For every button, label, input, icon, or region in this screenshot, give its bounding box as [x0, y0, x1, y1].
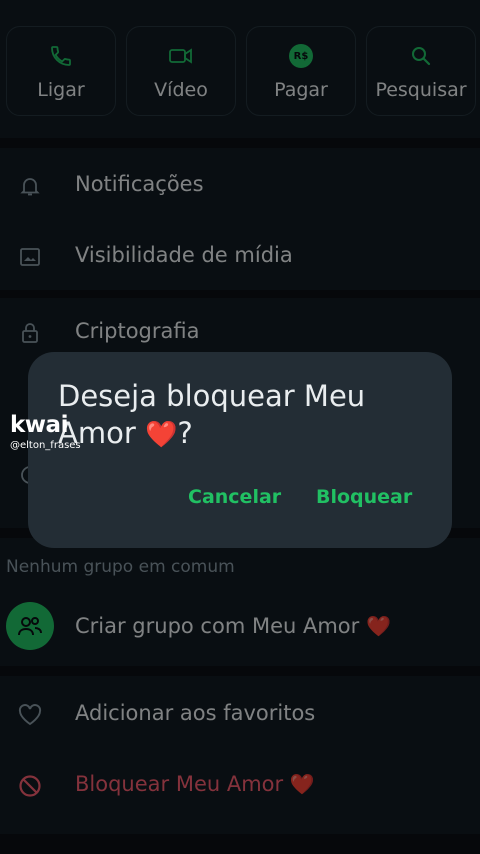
block-button[interactable]: Bloquear [316, 486, 412, 508]
heart-emoji: ❤️ [144, 420, 178, 450]
block-confirmation-dialog: Deseja bloquear Meu Amor ❤️? Cancelar Bl… [28, 352, 452, 548]
kwai-watermark: kwai @elton_frases [10, 412, 81, 452]
watermark-handle: @elton_frases [10, 440, 81, 451]
kwai-logo: kwai [10, 412, 68, 438]
dialog-title: Deseja bloquear Meu Amor ❤️? [58, 379, 366, 450]
cancel-button[interactable]: Cancelar [188, 486, 281, 508]
